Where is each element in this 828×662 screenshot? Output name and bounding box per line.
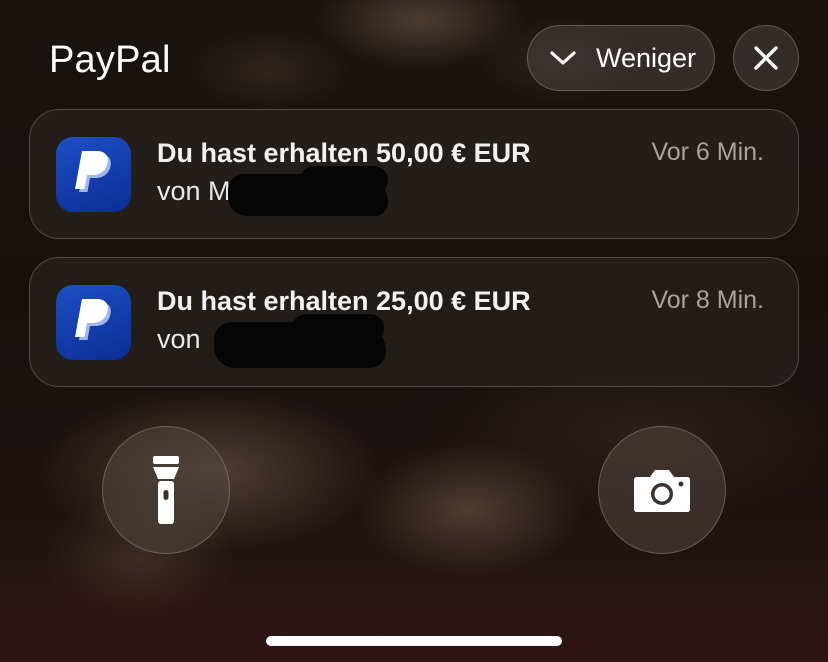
notification-timestamp: Vor 6 Min. bbox=[651, 138, 764, 166]
notification-title: Du hast erhalten 25,00 € EUR bbox=[157, 286, 531, 316]
paypal-icon bbox=[74, 150, 111, 192]
chevron-down-icon bbox=[550, 51, 576, 65]
show-less-button[interactable]: Weniger bbox=[527, 25, 715, 91]
paypal-icon bbox=[74, 298, 111, 340]
camera-icon bbox=[634, 470, 690, 512]
notification-card[interactable]: Du hast erhalten 25,00 € EUR von Vor 8 M… bbox=[29, 257, 799, 387]
paypal-app-icon bbox=[56, 137, 131, 212]
notification-title: Du hast erhalten 50,00 € EUR bbox=[157, 138, 531, 168]
home-indicator[interactable] bbox=[266, 636, 562, 646]
notification-timestamp: Vor 8 Min. bbox=[651, 286, 764, 314]
flashlight-button[interactable] bbox=[102, 426, 230, 554]
notification-group-title: PayPal bbox=[49, 39, 171, 81]
flashlight-icon bbox=[153, 456, 179, 524]
wallpaper-shade bbox=[0, 560, 828, 662]
clear-notifications-button[interactable] bbox=[733, 25, 799, 91]
redaction-mark bbox=[292, 314, 384, 342]
show-less-label: Weniger bbox=[596, 42, 697, 73]
close-icon bbox=[754, 46, 778, 70]
notification-body: von bbox=[157, 324, 201, 354]
paypal-app-icon bbox=[56, 285, 131, 360]
redaction-mark bbox=[300, 166, 388, 194]
notification-body: von M bbox=[157, 176, 231, 206]
notification-card[interactable]: Du hast erhalten 50,00 € EUR von M Vor 6… bbox=[29, 109, 799, 239]
camera-button[interactable] bbox=[598, 426, 726, 554]
